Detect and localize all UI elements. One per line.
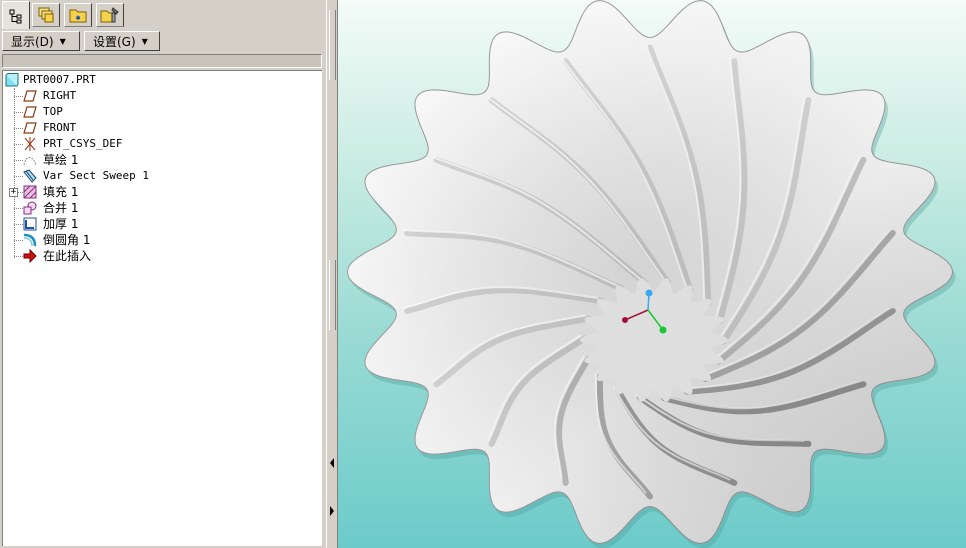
y-axis-dot xyxy=(659,326,667,334)
tree-filter-bar[interactable] xyxy=(2,54,322,68)
display-menu-button[interactable]: 显示(D) ▼ xyxy=(2,31,80,51)
navigator-tabbar: ✱ xyxy=(0,0,326,30)
tree-item-label: 合并 1 xyxy=(43,201,79,215)
navigator-panel: ✱ 显示(D) ▼ 设置(G) ▼ PRT0007.PRT RIGHT TOP … xyxy=(0,0,326,548)
settings-menu-button[interactable]: 设置(G) ▼ xyxy=(84,31,160,51)
tree-item-label: 在此插入 xyxy=(43,249,92,263)
datum-plane-icon xyxy=(23,106,37,118)
tree-connector xyxy=(14,224,23,225)
splitter-grip xyxy=(329,260,336,330)
part-icon xyxy=(5,73,19,87)
expand-right-arrow-icon[interactable] xyxy=(328,504,336,518)
tree-item-label: FRONT xyxy=(43,121,77,134)
tree-connector xyxy=(14,144,23,145)
tree-item-label: 填充 1 xyxy=(43,185,79,199)
tree-connector xyxy=(14,256,23,257)
tree-connector-line xyxy=(14,88,15,258)
tree-connector xyxy=(14,208,23,209)
display-menu-label: 显示(D) xyxy=(11,34,54,49)
navigator-menubar: 显示(D) ▼ 设置(G) ▼ xyxy=(0,30,326,52)
model-tree-icon xyxy=(9,9,22,23)
settings-menu-label: 设置(G) xyxy=(93,34,136,49)
svg-text:✱: ✱ xyxy=(76,13,81,22)
merge-icon xyxy=(23,201,37,215)
tree-connector xyxy=(14,160,23,161)
tab-layers[interactable] xyxy=(32,3,60,27)
collapse-left-arrow-icon[interactable] xyxy=(328,456,336,470)
tree-item-label: RIGHT xyxy=(43,89,77,102)
tree-item-label: 加厚 1 xyxy=(43,217,79,231)
dropdown-arrow-icon: ▼ xyxy=(141,36,148,46)
dropdown-arrow-icon: ▼ xyxy=(59,36,66,46)
round-icon xyxy=(23,233,37,247)
tree-item-label: Var Sect Sweep 1 xyxy=(43,169,149,182)
tree-item-label: TOP xyxy=(43,105,63,118)
fluted-bowl-model[interactable] xyxy=(338,0,966,548)
graphics-viewport[interactable] xyxy=(338,0,966,548)
x-axis-dot xyxy=(622,317,628,323)
datum-plane-icon xyxy=(23,90,37,102)
tree-item-label: PRT_CSYS_DEF xyxy=(43,137,123,150)
tree-item-label: 草绘 1 xyxy=(43,153,79,167)
sweep-icon xyxy=(23,169,37,183)
favorites-icon xyxy=(100,7,119,23)
sketch-icon xyxy=(23,157,37,166)
tree-item-label: 倒圆角 1 xyxy=(43,233,91,247)
insert-here-arrow-icon xyxy=(23,249,37,263)
tree-connector xyxy=(14,112,23,113)
tree-connector xyxy=(14,240,23,241)
tab-folder[interactable]: ✱ xyxy=(64,3,92,27)
fill-icon xyxy=(23,185,37,199)
tree-connector xyxy=(14,96,23,97)
csys-icon xyxy=(24,137,36,151)
splitter-grip xyxy=(329,10,336,80)
tree-connector xyxy=(14,176,23,177)
bowl-side-shading xyxy=(347,0,953,544)
folder-icon: ✱ xyxy=(69,9,87,23)
thicken-icon xyxy=(23,217,37,231)
panel-splitter[interactable] xyxy=(326,0,338,548)
tab-favorites[interactable] xyxy=(96,3,124,27)
tree-connector xyxy=(14,128,23,129)
z-axis-dot xyxy=(645,289,653,297)
model-tree[interactable]: PRT0007.PRT RIGHT TOP FRONT PRT_CSYS_DEF… xyxy=(2,70,322,546)
tab-model-tree[interactable] xyxy=(2,1,30,29)
tree-root-label: PRT0007.PRT xyxy=(23,73,96,86)
datum-plane-icon xyxy=(23,122,37,134)
expand-toggle[interactable]: + xyxy=(9,188,18,197)
layers-icon xyxy=(38,7,54,23)
